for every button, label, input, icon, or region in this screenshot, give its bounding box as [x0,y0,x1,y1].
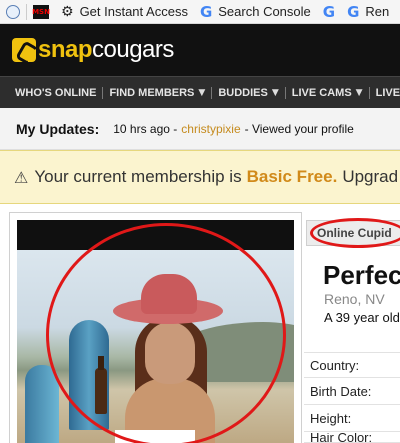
detail-hair-color: Hair Color: [304,433,400,443]
bookmark-search-console[interactable]: G Search Console [194,0,317,23]
nav-whos-online[interactable]: WHO'S ONLINE [0,77,102,108]
highlight-circle-cupid [310,218,400,248]
main-nav: WHO'S ONLINE FIND MEMBERS ▼ BUDDIES ▼ LI… [0,76,400,108]
msn-icon: MSN [32,4,50,19]
logo-icon[interactable] [12,38,36,62]
site-header: snapcougars [0,24,400,76]
detail-country: Country: [304,352,400,378]
bookmark-label: Get Instant Access [79,4,188,19]
detail-birth-date: Birth Date: [304,379,400,405]
detail-label: Birth Date: [310,384,372,399]
nav-label: WHO'S ONLINE [15,86,97,99]
caret-down-icon: ▼ [355,87,363,98]
detail-label: Height: [310,411,352,426]
globe-icon [6,4,20,19]
membership-plan: Basic Free. [246,167,338,186]
nav-label: LIVE CAMS [291,86,352,99]
update-action: - Viewed your profile [244,121,354,136]
bookmark-get-instant-access[interactable]: ⚙ Get Instant Access [55,0,194,23]
profile-name: Perfect [323,260,400,290]
bookmark-globe[interactable] [0,0,26,23]
nav-buddies[interactable]: BUDDIES ▼ [212,77,284,108]
bookmarks-bar: MSN ⚙ Get Instant Access G Search Consol… [0,0,400,24]
nav-label: BUDDIES [218,86,268,99]
membership-notice: ⚠ Your current membership is Basic Free.… [0,150,400,204]
nav-find-members[interactable]: FIND MEMBERS ▼ [103,77,211,108]
caret-down-icon: ▼ [198,87,206,98]
warning-icon: ⚠ [14,167,29,187]
detail-height: Height: [304,406,400,432]
nav-live-cams[interactable]: LIVE CAMS ▼ [286,77,369,108]
upgrade-link[interactable]: Upgrad [342,167,398,187]
update-user-link[interactable]: christypixie [181,122,240,136]
nav-label: FIND MEMBERS [109,86,195,99]
profile-location: Reno, NV [324,291,385,307]
bookmark-msn[interactable]: MSN [27,0,55,23]
caret-down-icon: ▼ [271,87,279,98]
bookmark-ren[interactable]: G Ren [341,0,395,23]
detail-label: Country: [310,357,360,373]
notice-prefix: Your current membership is [34,167,242,186]
site-logo[interactable]: snapcougars [38,36,174,64]
nav-live-chat[interactable]: LIVE CHAT [370,77,400,108]
bookmark-label: Ren [365,4,390,19]
nav-label: LIVE CHAT [375,86,400,99]
gear-icon: ⚙ [61,3,74,20]
bookmark-google[interactable]: G [317,0,341,23]
updates-label: My Updates: [16,120,100,137]
logo-snap-text: snap [38,36,93,63]
google-icon: G [199,2,213,21]
highlight-circle-photo [46,223,286,443]
bookmark-label: Search Console [218,4,311,19]
updates-bar: My Updates: 10 hrs ago - christypixie - … [0,108,400,150]
logo-cougars-text: cougars [92,36,174,63]
profile-age: A 39 year old [324,310,400,325]
google-icon: G [322,2,336,21]
google-icon: G [347,2,360,21]
detail-label: Hair Color: [310,433,373,443]
update-time: 10 hrs ago - [113,121,178,136]
